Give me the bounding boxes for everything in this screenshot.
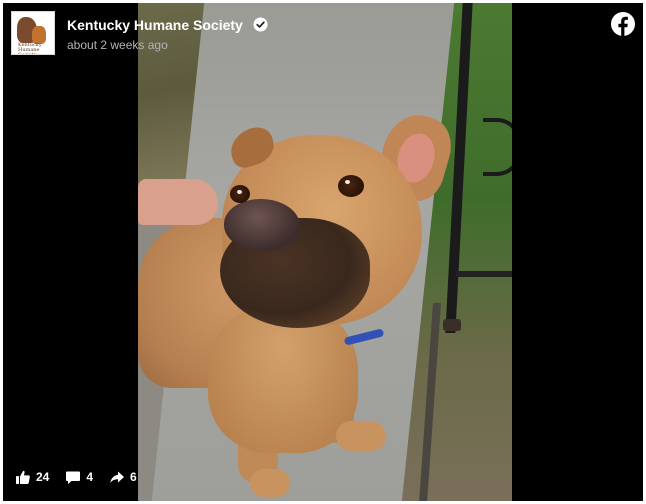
dog-nose bbox=[224, 199, 300, 251]
thumbs-up-icon bbox=[16, 470, 30, 484]
human-hand bbox=[138, 179, 218, 225]
verified-badge-icon bbox=[253, 17, 268, 32]
railing-bar bbox=[456, 271, 512, 277]
post-stats-bar: 24 4 6 bbox=[15, 467, 153, 487]
dog-eye-left bbox=[230, 185, 250, 203]
like-count: 24 bbox=[36, 470, 50, 484]
dog-eye-right bbox=[338, 175, 364, 197]
share-count: 6 bbox=[130, 470, 137, 484]
facebook-post-embed: Kentucky Humane Society Kentucky Humane … bbox=[3, 3, 643, 501]
comment-icon bbox=[66, 471, 81, 484]
share-count-button[interactable]: 6 bbox=[109, 469, 137, 485]
dog-paw-right bbox=[336, 421, 386, 451]
share-arrow-icon bbox=[110, 471, 125, 483]
railing-foot bbox=[443, 319, 461, 331]
comment-count-button[interactable]: 4 bbox=[65, 469, 93, 485]
post-timestamp[interactable]: about 2 weeks ago bbox=[67, 38, 168, 52]
page-name-link[interactable]: Kentucky Humane Society bbox=[67, 17, 243, 33]
dog-paw-left bbox=[250, 469, 290, 497]
comment-count: 4 bbox=[86, 470, 94, 484]
railing-hook bbox=[483, 118, 512, 176]
avatar-logo-text: Kentucky Humane Society bbox=[18, 42, 42, 55]
page-avatar[interactable]: Kentucky Humane Society bbox=[11, 11, 55, 55]
facebook-icon[interactable] bbox=[611, 12, 635, 36]
post-photo[interactable] bbox=[138, 3, 512, 501]
like-count-button[interactable]: 24 bbox=[15, 469, 49, 485]
